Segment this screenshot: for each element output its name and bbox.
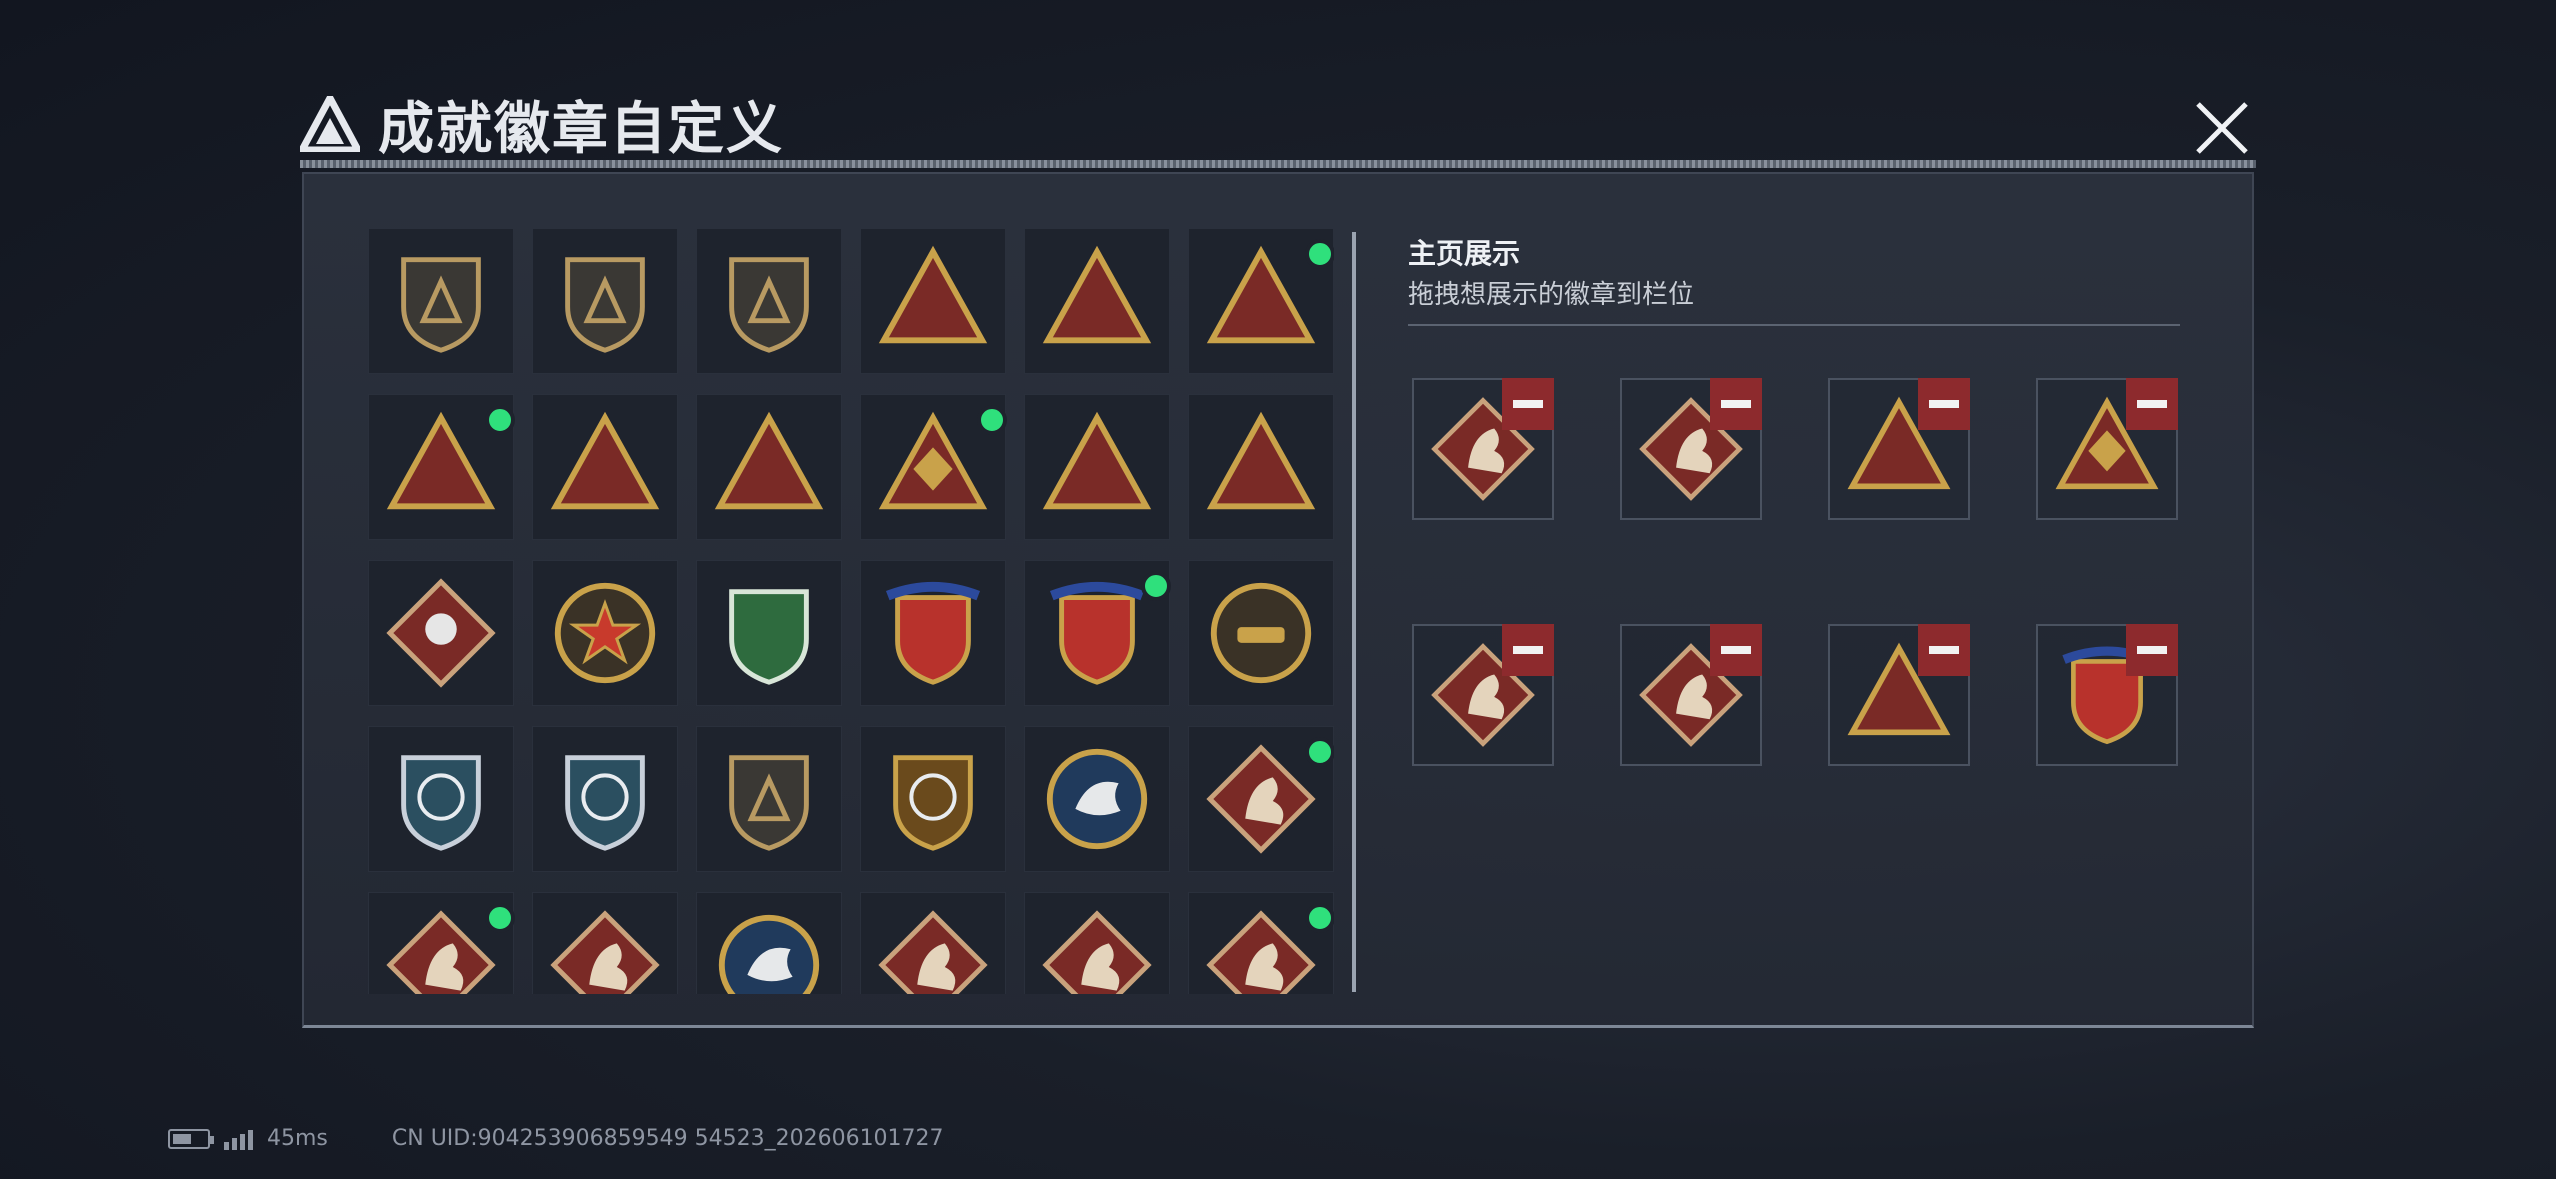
badge-cell[interactable] — [1188, 892, 1334, 994]
rose-diamond-badge-icon — [386, 578, 496, 688]
badge-cell[interactable] — [368, 560, 514, 706]
showcase-slot[interactable] — [2036, 378, 2178, 520]
badge-cell[interactable] — [1188, 726, 1334, 872]
badge-cell[interactable] — [1188, 394, 1334, 540]
badge-cell[interactable] — [1024, 726, 1170, 872]
remove-badge-button[interactable] — [1918, 378, 1970, 430]
badge-cell[interactable] — [696, 228, 842, 374]
rifle-crosshair-badge-icon — [565, 755, 645, 851]
equipped-indicator — [485, 405, 515, 435]
triangle-shield-badge-icon — [401, 257, 481, 353]
runner-diamond-badge-icon — [550, 910, 660, 994]
showcase-slot[interactable] — [1620, 624, 1762, 766]
showcase-title: 主页展示 — [1408, 237, 1521, 270]
trophy-triangle-badge-icon — [386, 411, 496, 510]
window-header: 成就徽章自定义 — [300, 88, 784, 162]
showcase-slot[interactable] — [1828, 624, 1970, 766]
remove-badge-button[interactable] — [1710, 378, 1762, 430]
showcase-subtitle: 拖拽想展示的徽章到栏位 — [1408, 280, 1695, 310]
remove-badge-button[interactable] — [1918, 624, 1970, 676]
wolf-round-badge-icon — [718, 914, 820, 994]
badge-cell[interactable] — [860, 228, 1006, 374]
showcase-slot[interactable] — [2036, 624, 2178, 766]
badge-cell[interactable] — [1024, 892, 1170, 994]
badge-cell[interactable] — [368, 228, 514, 374]
badge-cell[interactable] — [1188, 228, 1334, 374]
sack-triangle-badge-icon — [878, 245, 988, 344]
badge-cell[interactable] — [860, 560, 1006, 706]
badge-cell[interactable] — [532, 560, 678, 706]
page-title: 成就徽章自定义 — [378, 96, 784, 162]
tank-round-badge-icon — [1210, 582, 1312, 684]
badge-cell[interactable] — [860, 394, 1007, 540]
dragon-diamond-badge-icon — [386, 910, 496, 994]
medal-triangle-badge-icon — [1206, 245, 1316, 344]
equipped-indicator — [977, 405, 1007, 435]
eagle-round-badge-icon — [1046, 748, 1148, 850]
banner-gem-shield-badge-icon — [1049, 581, 1145, 685]
badge-cell[interactable] — [532, 228, 678, 374]
squad-triangle-badge-icon — [1042, 411, 1152, 510]
rifle-shield-badge-icon — [729, 755, 809, 851]
equipped-indicator — [1305, 903, 1334, 933]
equipped-indicator — [1305, 737, 1334, 767]
horse-diamond-badge-icon — [1206, 910, 1316, 994]
remove-badge-button[interactable] — [1502, 378, 1554, 430]
grid-scrollbar[interactable] — [1352, 232, 1356, 992]
signal-bars-icon — [224, 1128, 253, 1150]
winged-triangle-badge-icon — [1042, 245, 1152, 344]
status-bar: 45ms CN UID:904253906859549 54523_202606… — [168, 1126, 944, 1151]
showcase-divider — [1408, 324, 2180, 326]
uid-text: CN UID:904253906859549 54523_20260610172… — [391, 1126, 944, 1151]
badge-cell[interactable] — [532, 726, 678, 872]
remove-badge-button[interactable] — [2126, 378, 2178, 430]
badge-cell[interactable] — [368, 892, 515, 994]
badge-cell[interactable] — [1024, 394, 1170, 540]
hands-diamond-triangle-badge-icon — [878, 411, 988, 510]
gold-crosshair-shield-badge-icon — [893, 755, 973, 851]
header-divider — [300, 160, 2256, 168]
banner-shield-badge-icon — [885, 581, 981, 685]
equipped-indicator — [1305, 239, 1334, 269]
showcase-slot[interactable] — [1412, 624, 1554, 766]
star-round-badge-icon — [554, 582, 656, 684]
dragon-diamond-badge-icon — [1206, 744, 1316, 854]
badge-cell[interactable] — [696, 892, 842, 994]
badge-cell[interactable] — [1024, 228, 1170, 374]
number-one-triangle-badge-icon — [714, 411, 824, 510]
badge-cell[interactable] — [696, 394, 842, 540]
remove-badge-button[interactable] — [1710, 624, 1762, 676]
badge-cell[interactable] — [860, 892, 1006, 994]
dagger-shield-badge-icon — [729, 257, 809, 353]
rocket-triangle-badge-icon — [1206, 411, 1316, 510]
battery-icon — [168, 1128, 214, 1149]
badge-cell[interactable] — [532, 892, 678, 994]
badge-cell[interactable] — [532, 394, 678, 540]
rifle-crosshair-badge-icon — [401, 755, 481, 851]
showcase-slot[interactable] — [1412, 378, 1554, 520]
badge-grid[interactable] — [368, 228, 1334, 994]
snake-diamond-badge-icon — [878, 910, 988, 994]
badge-cell[interactable] — [860, 726, 1006, 872]
helicopter-shield-badge-icon — [565, 257, 645, 353]
showcase-slot[interactable] — [1828, 378, 1970, 520]
latency-text: 45ms — [267, 1126, 328, 1151]
badge-customize-panel: 主页展示 拖拽想展示的徽章到栏位 — [302, 172, 2254, 1028]
showcase-slot[interactable] — [1620, 378, 1762, 520]
badge-cell[interactable] — [1024, 560, 1171, 706]
badge-cell[interactable] — [368, 394, 515, 540]
ship-triangle-badge-icon — [550, 411, 660, 510]
wheel-diamond-badge-icon — [1042, 910, 1152, 994]
remove-badge-button[interactable] — [2126, 624, 2178, 676]
triangle-logo-icon — [300, 96, 360, 152]
equipped-indicator — [485, 903, 515, 933]
close-icon[interactable] — [2190, 96, 2254, 160]
green-shield-badge-icon — [729, 589, 809, 685]
equipped-indicator — [1141, 571, 1171, 601]
badge-cell[interactable] — [696, 726, 842, 872]
remove-badge-button[interactable] — [1502, 624, 1554, 676]
badge-cell[interactable] — [368, 726, 514, 872]
badge-cell[interactable] — [696, 560, 842, 706]
badge-cell[interactable] — [1188, 560, 1334, 706]
